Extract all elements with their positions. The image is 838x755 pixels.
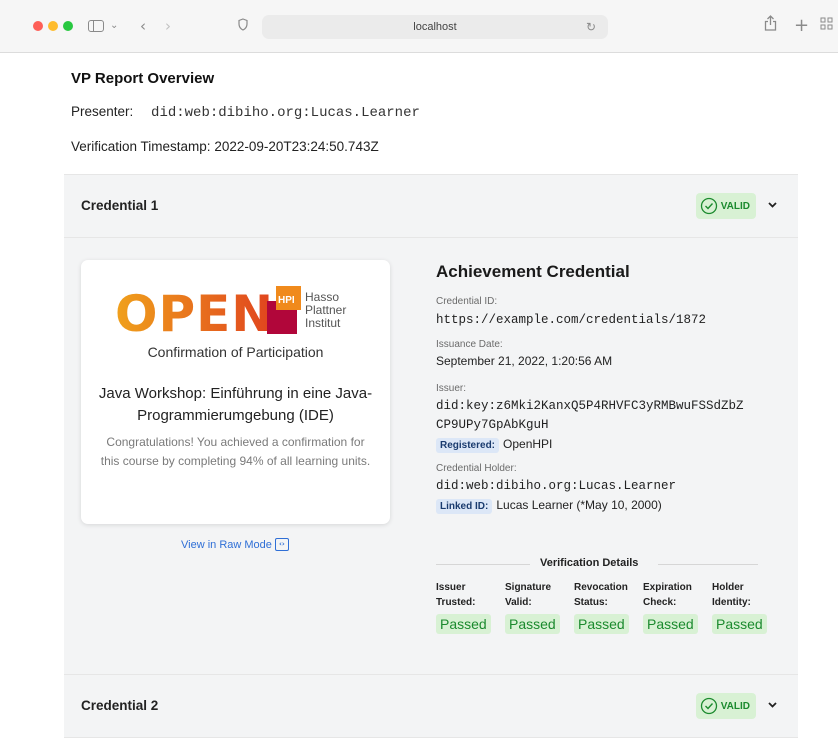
check-label: Expiration Check: (643, 582, 692, 608)
svg-text:Hasso: Hasso (305, 290, 339, 304)
verification-checks: Issuer Trusted: Passed Signature Valid: Pa… (436, 580, 774, 634)
minimize-window-button[interactable] (48, 21, 58, 31)
view-raw-mode-label: View in Raw Mode (181, 538, 272, 551)
chevron-down-icon[interactable] (767, 699, 778, 710)
issuer-did-line1: did:key:z6Mki2KanxQ5P4RHVFC3yRMBwuFSSdZb… (436, 399, 744, 413)
browser-toolbar: ⌄ ‹ › localhost ↻ + (0, 0, 838, 53)
new-tab-icon[interactable]: + (794, 13, 809, 39)
check-result: Passed (712, 614, 767, 634)
registered-value: OpenHPI (503, 437, 553, 451)
check-result: Passed (505, 614, 560, 634)
check-expiration: Expiration Check: Passed (643, 580, 705, 634)
issuer-registered-row: Registered: OpenHPI (436, 437, 776, 453)
valid-badge-text: VALID (720, 200, 750, 212)
check-issuer-trusted: Issuer Trusted: Passed (436, 580, 498, 634)
check-result: Passed (574, 614, 629, 634)
credential-title: Credential 1 (81, 198, 159, 213)
page-title: VP Report Overview (71, 70, 215, 87)
issuance-date-value: September 21, 2022, 1:20:56 AM (436, 354, 613, 368)
svg-text:Plattner: Plattner (305, 303, 346, 317)
check-revocation-status: Revocation Status: Passed (574, 580, 636, 634)
reload-icon[interactable]: ↻ (586, 15, 596, 39)
timestamp-row: Verification Timestamp: 2022-09-20T23:24… (71, 139, 379, 154)
check-result: Passed (643, 614, 698, 634)
credential-id-value: https://example.com/credentials/1872 (436, 313, 707, 327)
registered-tag: Registered: (436, 438, 500, 453)
issuance-date-label: Issuance Date: (436, 339, 503, 350)
valid-badge-text: VALID (720, 700, 750, 712)
certificate-subtitle: Confirmation of Participation (147, 344, 324, 360)
view-raw-mode-link[interactable]: View in Raw Mode ‹› (181, 538, 289, 551)
credential-details: Achievement Credential Credential ID: ht… (436, 262, 776, 634)
chevron-down-icon[interactable] (767, 199, 778, 210)
credential-1-body: OPEN HPI Hasso Plattner Institut Confirm… (64, 238, 798, 674)
sidebar-icon[interactable] (88, 20, 104, 32)
credential-title: Credential 2 (81, 698, 159, 713)
svg-text:OPEN: OPEN (115, 285, 274, 336)
holder-did: did:web:dibiho.org:Lucas.Learner (436, 479, 677, 493)
check-label: Issuer Trusted: (436, 582, 476, 608)
course-title: Java Workshop: Einführung in eine Java- … (98, 385, 373, 424)
maximize-window-button[interactable] (63, 21, 73, 31)
shield-icon (238, 13, 248, 39)
valid-badge: VALID (695, 193, 756, 219)
share-icon[interactable] (764, 13, 777, 39)
check-holder-identity: Holder Identity: Passed (712, 580, 774, 634)
credential-2-header[interactable]: Credential 2 VALID (64, 674, 798, 738)
issuer-label: Issuer: (436, 383, 467, 394)
close-window-button[interactable] (33, 21, 43, 31)
check-result: Passed (436, 614, 491, 634)
course-description: Congratulations! You achieved a confirma… (100, 435, 371, 468)
valid-badge: VALID (695, 693, 756, 719)
forward-icon[interactable]: › (165, 13, 171, 39)
timestamp-value: 2022-09-20T23:24:50.743Z (214, 139, 379, 154)
check-signature-valid: Signature Valid: Passed (505, 580, 567, 634)
issuer-did-line2: CP9UPy7GpAbKguH (436, 418, 549, 432)
credential-type-heading: Achievement Credential (436, 262, 630, 281)
code-icon: ‹› (274, 538, 289, 551)
linked-id-tag: Linked ID: (436, 499, 493, 514)
back-icon[interactable]: ‹ (140, 13, 146, 39)
check-label: Holder Identity: (712, 582, 751, 608)
check-label: Signature Valid: (505, 582, 552, 608)
svg-text:Institut: Institut (305, 316, 341, 330)
svg-text:HPI: HPI (278, 295, 295, 306)
check-circle-icon (700, 197, 717, 215)
address-text: localhost (413, 21, 457, 33)
presenter-label: Presenter: (71, 104, 134, 119)
holder-linked-row: Linked ID: Lucas Learner (*May 10, 2000) (436, 498, 776, 514)
credential-1-header[interactable]: Credential 1 VALID (64, 174, 798, 238)
credential-id-label: Credential ID: (436, 296, 498, 307)
tabs-grid-icon[interactable] (820, 13, 834, 39)
presenter-row: Presenter: did:web:dibiho.org:Lucas.Lear… (71, 104, 420, 121)
check-circle-icon (700, 697, 717, 715)
presenter-value: did:web:dibiho.org:Lucas.Learner (151, 105, 420, 121)
certificate-card: OPEN HPI Hasso Plattner Institut Confirm… (81, 260, 390, 524)
linked-id-value: Lucas Learner (*May 10, 2000) (496, 498, 662, 512)
check-label: Revocation Status: (574, 582, 628, 608)
chevron-down-icon[interactable]: ⌄ (110, 13, 118, 39)
holder-label: Credential Holder: (436, 463, 517, 474)
address-bar[interactable]: localhost ↻ (262, 15, 608, 39)
timestamp-label: Verification Timestamp: (71, 139, 211, 154)
openhpi-logo: OPEN HPI Hasso Plattner Institut (115, 285, 346, 336)
verification-details-title: Verification Details (540, 557, 639, 569)
verification-details-header: Verification Details (436, 556, 758, 572)
